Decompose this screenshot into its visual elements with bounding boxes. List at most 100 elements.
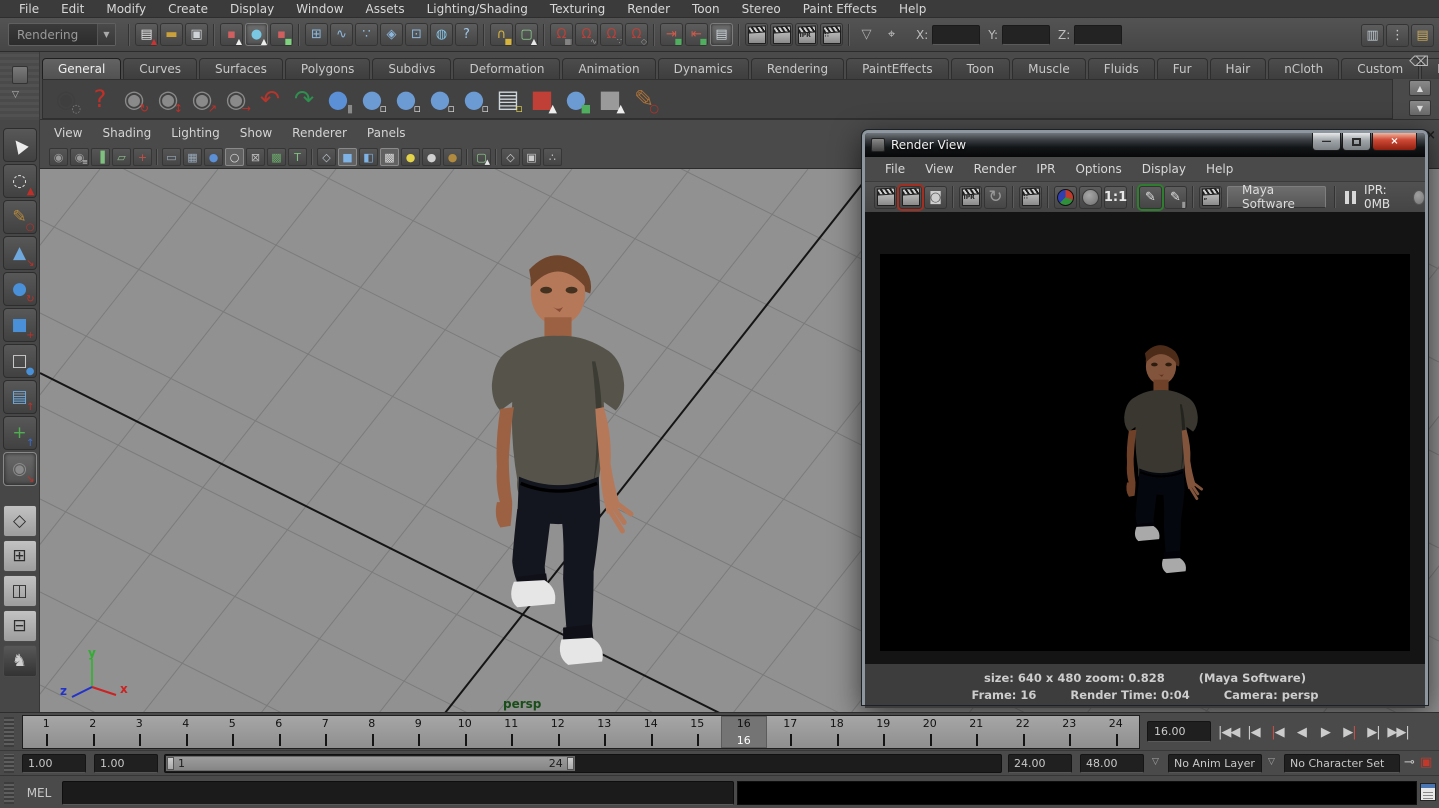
chevron-down-icon[interactable]: ▽ (1152, 757, 1159, 767)
menu-stereo[interactable]: Stereo (731, 0, 792, 18)
chevron-down-icon[interactable]: ▽ (12, 90, 19, 100)
frame-13[interactable]: 13 (581, 716, 628, 748)
new-scene-icon[interactable]: ▤▲ (135, 23, 158, 46)
move-tool[interactable]: ▲↘ (3, 236, 37, 270)
frame-1[interactable]: 1 (23, 716, 70, 748)
frame-21[interactable]: 21 (953, 716, 1000, 748)
duplicate-view-icon[interactable]: ▣ (522, 148, 541, 166)
scale-tool[interactable]: ■+ (3, 308, 37, 342)
shaded-mode-icon[interactable]: ■ (338, 148, 357, 166)
drag-grip[interactable] (4, 782, 14, 804)
safe-action-icon[interactable]: ⊠ (246, 148, 265, 166)
character-model[interactable] (456, 246, 660, 670)
render-settings-icon[interactable]: ∷ (820, 23, 843, 46)
absolute-transform-icon[interactable]: ⌖ (880, 23, 903, 46)
menu-display[interactable]: Display (219, 0, 285, 18)
snap-to-projected-center-icon[interactable]: ◈ (380, 23, 403, 46)
mel-command-input[interactable] (62, 781, 734, 805)
snap-to-points-icon[interactable]: ∵ (355, 23, 378, 46)
render-view-menu-render[interactable]: Render (964, 160, 1027, 178)
soft-modification-tool[interactable]: ▤↑ (3, 380, 37, 414)
go-to-start-button[interactable]: |◀◀ (1216, 719, 1241, 745)
shelf-tab-surfaces[interactable]: Surfaces (199, 58, 283, 79)
go-to-end-button[interactable]: ▶▶| (1385, 719, 1410, 745)
character-set-field[interactable] (1284, 754, 1400, 773)
menu-toon[interactable]: Toon (681, 0, 731, 18)
step-back-frame-button[interactable]: |◀ (1241, 719, 1265, 745)
zoom-one-to-one-icon[interactable]: 1:1 (1104, 186, 1127, 209)
snap-align-icon[interactable]: Ω◇ (625, 23, 648, 46)
cluster-handle-icon[interactable]: ●▫ (389, 82, 423, 116)
shelf-tab-toon[interactable]: Toon (951, 58, 1011, 79)
frame-15[interactable]: 15 (674, 716, 721, 748)
highlight-selection-mode-icon[interactable]: ▢▲ (515, 23, 538, 46)
playback-start-field[interactable] (94, 754, 158, 773)
shelf-tab-hair[interactable]: Hair (1210, 58, 1267, 79)
paint-effects-shelf-icon[interactable]: ✎○ (627, 82, 661, 116)
frame-24[interactable]: 24 (1093, 716, 1140, 748)
step-forward-frame-button[interactable]: ▶| (1361, 719, 1385, 745)
show-tool-settings-icon[interactable]: ⋮ (1386, 24, 1409, 47)
snapshot-icon[interactable]: ◙ (924, 186, 947, 209)
frame-16[interactable]: 1616 (721, 716, 768, 748)
pan-zoom-icon[interactable]: + (133, 148, 152, 166)
render-view-menu-view[interactable]: View (915, 160, 963, 178)
y-input[interactable] (1002, 25, 1050, 45)
select-tool[interactable]: ▲ (3, 128, 37, 162)
menu-paint-effects[interactable]: Paint Effects (792, 0, 888, 18)
lasso-select-tool[interactable]: ◌▲ (3, 164, 37, 198)
input-to-selected-icon[interactable]: ⇥■ (660, 23, 683, 46)
frame-18[interactable]: 18 (814, 716, 861, 748)
playback-range-bar[interactable]: 1 24 (166, 756, 575, 771)
safe-title-icon[interactable]: ▩ (267, 148, 286, 166)
select-objects-icon[interactable]: ▢▲ (472, 148, 491, 166)
paint-select-tool[interactable]: ✎○ (3, 200, 37, 234)
snap-to-view-planes-icon[interactable]: ⊡ (405, 23, 428, 46)
menu-render[interactable]: Render (616, 0, 681, 18)
frame-20[interactable]: 20 (907, 716, 954, 748)
shelf-tab-rendering[interactable]: Rendering (751, 58, 844, 79)
shelf-tab-deformation[interactable]: Deformation (453, 58, 560, 79)
output-from-selected-icon[interactable]: ⇤■ (685, 23, 708, 46)
camera-aim-up-icon[interactable]: ◉↗ (185, 82, 219, 116)
shelf-scroll-up-button[interactable]: ▲ (1409, 80, 1431, 96)
last-tool-camera[interactable]: ◉↘ (3, 452, 37, 486)
panel-menu-renderer[interactable]: Renderer (292, 124, 359, 142)
drag-grip[interactable] (4, 754, 14, 773)
menu-collapse-icon[interactable]: ▽ (855, 23, 878, 46)
render-current-frame-icon[interactable] (874, 186, 897, 209)
range-slider-track[interactable]: 1 24 (164, 754, 1002, 773)
hypergraph-icon[interactable]: ▤▫ (491, 82, 525, 116)
render-current-frame-icon[interactable] (770, 23, 793, 46)
open-render-settings-icon[interactable]: „ (1199, 186, 1222, 209)
textured-mode-icon[interactable]: ◧ (359, 148, 378, 166)
renderer-select-button[interactable]: Maya Software (1227, 186, 1326, 208)
construction-history-icon[interactable]: ▤ (710, 23, 733, 46)
panel-menu-panels[interactable]: Panels (367, 124, 418, 142)
play-forwards-button[interactable]: ▶ (1313, 719, 1337, 745)
show-channel-box-icon[interactable]: ▤ (1411, 24, 1434, 47)
open-render-view-icon[interactable] (745, 23, 768, 46)
display-alpha-channel-icon[interactable] (1079, 186, 1102, 209)
frame-4[interactable]: 4 (163, 716, 210, 748)
shelf-tab-animation[interactable]: Animation (562, 58, 655, 79)
shelf-tab-painteffects[interactable]: PaintEffects (846, 58, 948, 79)
open-scene-icon[interactable]: ▬ (160, 23, 183, 46)
snap-move-icon[interactable]: Ω▦ (550, 23, 573, 46)
select-object-shelf-icon[interactable]: ●■ (559, 82, 593, 116)
menu-set-dropdown[interactable]: Rendering ▼ (8, 23, 116, 46)
redo-icon[interactable]: ↷ (287, 82, 321, 116)
menu-edit[interactable]: Edit (50, 0, 95, 18)
resolution-gate-icon[interactable]: ▦ (183, 148, 202, 166)
frame-ruler[interactable]: 1234567891011121314151616171819202122232… (22, 715, 1140, 749)
trash-icon[interactable]: ⌫ (1409, 54, 1429, 70)
menu-modify[interactable]: Modify (95, 0, 157, 18)
single-pane-layout-button[interactable]: ◇ (3, 505, 37, 537)
menu-create[interactable]: Create (157, 0, 219, 18)
camera-attributes-icon[interactable]: ◉≡ (70, 148, 89, 166)
snap-to-grids-icon[interactable]: ⊞ (305, 23, 328, 46)
joint-cluster-icon[interactable]: ●▫ (423, 82, 457, 116)
panel-menu-view[interactable]: View (54, 124, 94, 142)
delete-unused-nodes-icon[interactable]: ●▮ (321, 82, 355, 116)
frame-22[interactable]: 22 (1000, 716, 1047, 748)
